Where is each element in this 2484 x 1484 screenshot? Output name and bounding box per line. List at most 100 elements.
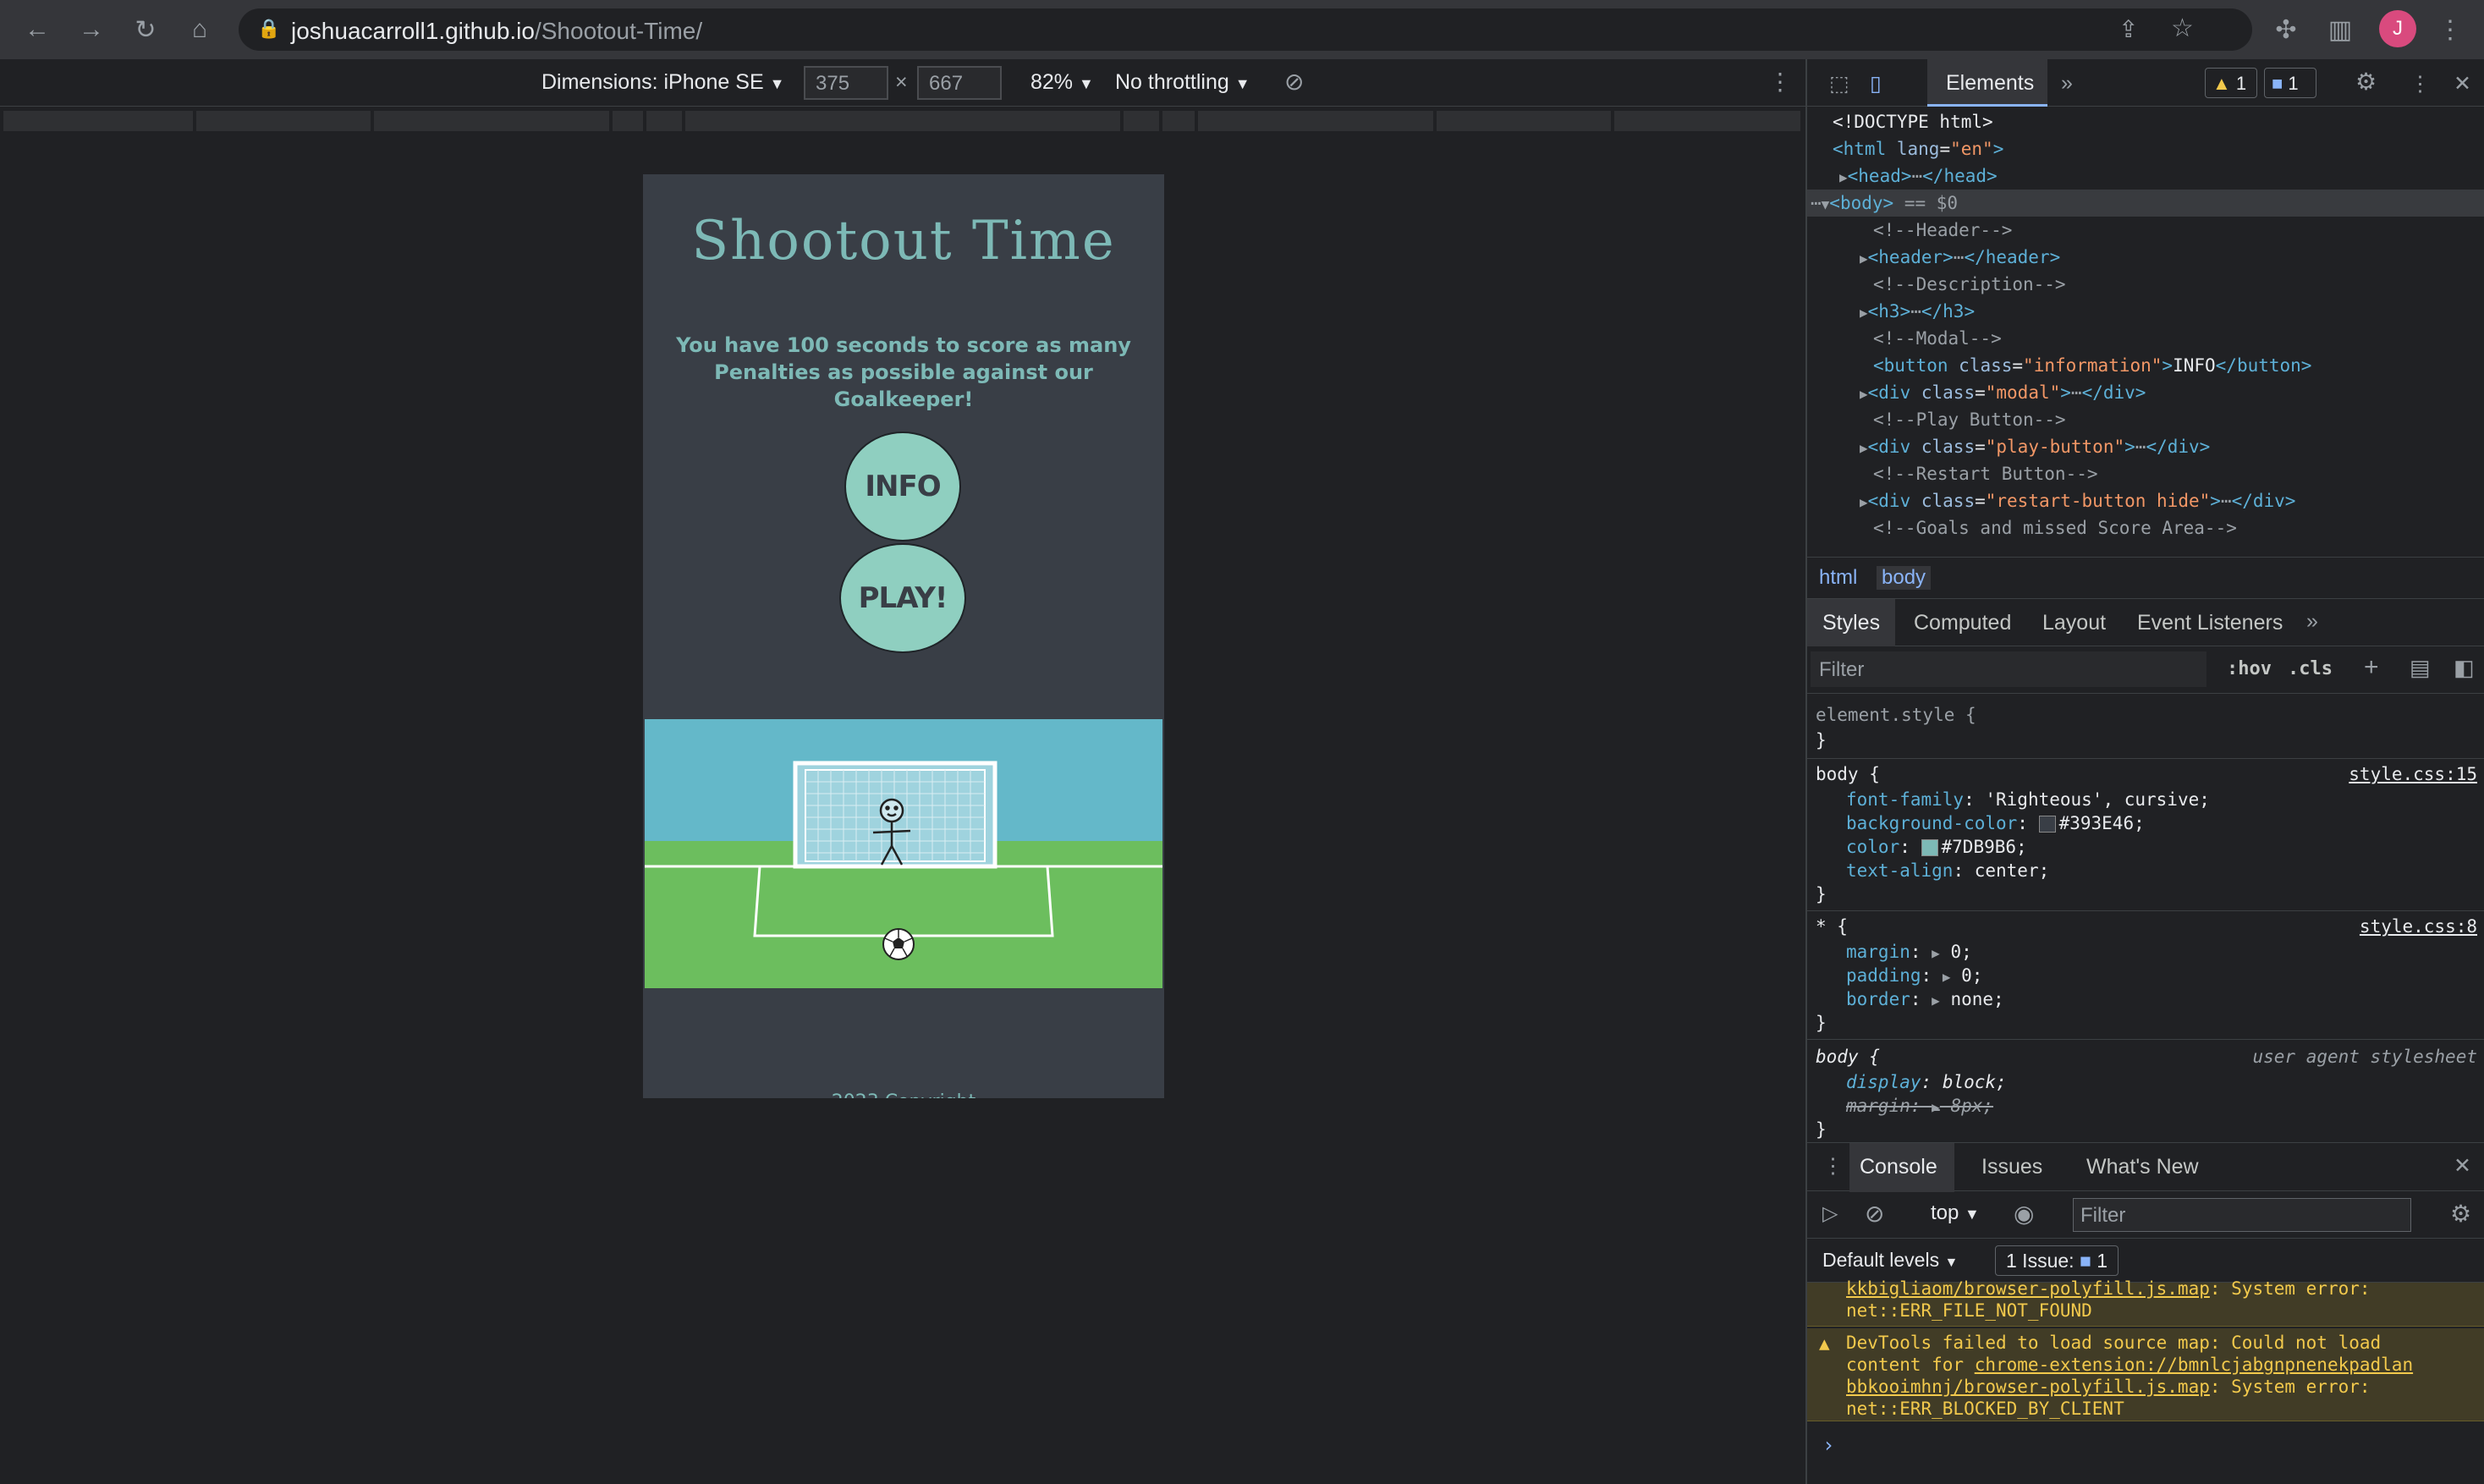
expand-triangle-icon[interactable]: ▶ [1932,992,1940,1009]
ruler-segment[interactable] [685,111,1122,131]
ruler-segment[interactable] [1437,111,1613,131]
ellipsis-icon[interactable]: ⋯ [1910,301,1921,322]
close-drawer-icon[interactable]: ✕ [2454,1153,2471,1179]
tree-node-comment[interactable]: <!--Restart Button--> [1807,460,2484,487]
info-button[interactable]: INFO [844,431,961,541]
source-map-link[interactable]: kkbigliaom/browser-polyfill.js.map [1846,1278,2210,1299]
play-button[interactable]: PLAY! [839,543,966,653]
css-declaration[interactable]: padding: ▶ 0; [1846,963,1982,988]
css-declaration[interactable]: display: block; [1846,1069,2007,1095]
home-icon[interactable]: ⌂ [181,11,218,48]
color-swatch[interactable] [1921,839,1938,856]
close-devtools-icon[interactable]: ✕ [2454,71,2471,96]
console-prompt-icon[interactable]: › [1822,1433,1834,1457]
css-declaration[interactable]: font-family: 'Righteous', cursive; [1846,787,2210,812]
tab-console[interactable]: Console [1849,1143,1954,1192]
browser-menu-icon[interactable]: ⋮ [2432,11,2469,48]
css-declaration-overridden[interactable]: margin: ▶ 8px; [1846,1093,1993,1118]
tab-issues[interactable]: Issues [1981,1155,2042,1179]
tree-node-div-play[interactable]: ▶<div class="play-button">⋯</div> [1807,433,2484,460]
device-height-input[interactable]: 667 [917,66,1002,100]
tree-node-doctype[interactable]: <!DOCTYPE html> [1807,108,2484,135]
breadcrumb-body[interactable]: body [1877,566,1932,590]
ruler-segment[interactable] [1124,111,1161,131]
expand-triangle-icon[interactable]: ▶ [1943,969,1951,985]
ellipsis-icon[interactable]: ⋯ [1954,247,1965,267]
context-dropdown[interactable]: top ▼ [1931,1201,1980,1225]
forward-arrow-icon[interactable]: → [73,11,110,48]
tree-node-h3[interactable]: ▶<h3>⋯</h3> [1807,298,2484,325]
styles-filter-input[interactable]: Filter [1811,651,2206,687]
paint-brush-icon[interactable]: ▤ [2410,655,2431,681]
tree-node-button[interactable]: <button class="information">INFO</button… [1807,352,2484,379]
football[interactable] [882,928,915,960]
ruler-segment[interactable] [1162,111,1196,131]
log-levels-dropdown[interactable]: Default levels ▼ [1822,1249,1958,1272]
device-toggle-icon[interactable]: ▯ [1870,71,1882,96]
tree-node-html[interactable]: <html lang="en"> [1807,135,2484,162]
tree-node-body-selected[interactable]: ⋯▼<body> == $0 [1807,190,2484,217]
extension-link[interactable]: chrome-extension://bmnlcjabgnpnenekpadla… [1975,1355,2413,1375]
sidebar-toggle-icon[interactable]: ▷ [1822,1201,1838,1226]
tree-node-header[interactable]: ▶<header>⋯</header> [1807,244,2484,271]
more-tabs-icon[interactable]: » [2306,609,2318,634]
tree-node-comment[interactable]: <!--Description--> [1807,271,2484,298]
tree-node-div-restart[interactable]: ▶<div class="restart-button hide">⋯</div… [1807,487,2484,514]
reload-icon[interactable]: ↻ [127,11,164,48]
stylesheet-link[interactable]: style.css:15 [2349,761,2477,787]
tab-event-listeners[interactable]: Event Listeners [2137,611,2283,635]
css-declaration[interactable]: margin: ▶ 0; [1846,939,1972,965]
console-filter-input[interactable]: Filter [2073,1198,2411,1232]
ruler-segment[interactable] [196,111,372,131]
bookmark-star-icon[interactable]: ☆ [2171,14,2194,43]
tab-whats-new[interactable]: What's New [2086,1155,2199,1179]
tab-computed[interactable]: Computed [1914,611,2011,635]
tree-node-comment[interactable]: <!--Modal--> [1807,325,2484,352]
collapse-triangle-icon[interactable]: ▼ [1822,196,1830,212]
ellipsis-icon[interactable]: ⋯ [2135,437,2146,457]
drawer-menu-icon[interactable]: ⋮ [1822,1153,1844,1179]
breadcrumb-html[interactable]: html [1819,566,1857,590]
tab-elements[interactable]: Elements [1927,59,2047,107]
ruler-segment[interactable] [374,111,611,131]
more-options-icon[interactable]: ⋮ [1768,68,1792,96]
console-input[interactable] [1846,1428,2472,1459]
console-settings-gear-icon[interactable]: ⚙ [2450,1200,2471,1228]
expand-triangle-icon[interactable]: ▶ [1860,305,1868,321]
settings-gear-icon[interactable]: ⚙ [2355,68,2377,96]
more-tabs-icon[interactable]: » [2061,71,2073,96]
media-query-ruler[interactable] [0,107,1805,136]
console-warning-message[interactable]: kkbigliaom/browser-polyfill.js.map: Syst… [1807,1278,2484,1327]
ruler-segment[interactable] [1614,111,1802,131]
css-declaration[interactable]: color: #7DB9B6; [1846,834,2027,860]
penalty-pitch-image[interactable] [645,719,1162,988]
expand-triangle-icon[interactable]: ▶ [1932,945,1940,961]
css-declaration[interactable]: border: ▶ none; [1846,987,2004,1012]
clear-console-icon[interactable]: ⊘ [1865,1200,1884,1228]
ruler-segment[interactable] [613,111,645,131]
rotate-icon[interactable]: ⊘ [1284,68,1304,96]
share-icon[interactable]: ⇪ [2119,15,2138,43]
zoom-dropdown[interactable]: 82% ▼ [1030,70,1094,95]
ellipsis-icon[interactable]: ⋯ [2221,491,2232,511]
expand-triangle-icon[interactable]: ▶ [1860,494,1868,510]
css-declaration[interactable]: text-align: center; [1846,858,2049,883]
expand-triangle-icon[interactable]: ▶ [1839,169,1848,185]
expand-triangle-icon[interactable]: ▶ [1932,1099,1940,1115]
tree-node-head[interactable]: ▶<head>⋯</head> [1807,162,2484,190]
toggle-sidebar-icon[interactable]: ◧ [2454,655,2475,681]
side-panel-icon[interactable]: ▥ [2322,11,2359,48]
tree-node-comment[interactable]: <!--Goals and missed Score Area--> [1807,514,2484,541]
profile-avatar[interactable]: J [2379,10,2416,47]
styles-pane[interactable]: element.style { } body { style.css:15 fo… [1807,694,2484,1142]
ellipsis-icon[interactable]: ⋯ [1912,166,1923,186]
cls-toggle[interactable]: .cls [2288,658,2333,679]
ruler-segment[interactable] [646,111,684,131]
warnings-badge[interactable]: ▲ 1 [2205,68,2257,98]
messages-badge[interactable]: ■ 1 [2264,68,2316,98]
new-rule-plus-icon[interactable]: + [2364,653,2379,682]
css-declaration[interactable]: background-color: #393E46; [1846,811,2145,836]
live-expression-eye-icon[interactable]: ◉ [2014,1200,2034,1228]
elements-tree[interactable]: <!DOCTYPE html> <html lang="en"> ▶<head>… [1807,108,2484,555]
inspect-element-icon[interactable]: ⬚ [1829,71,1849,96]
